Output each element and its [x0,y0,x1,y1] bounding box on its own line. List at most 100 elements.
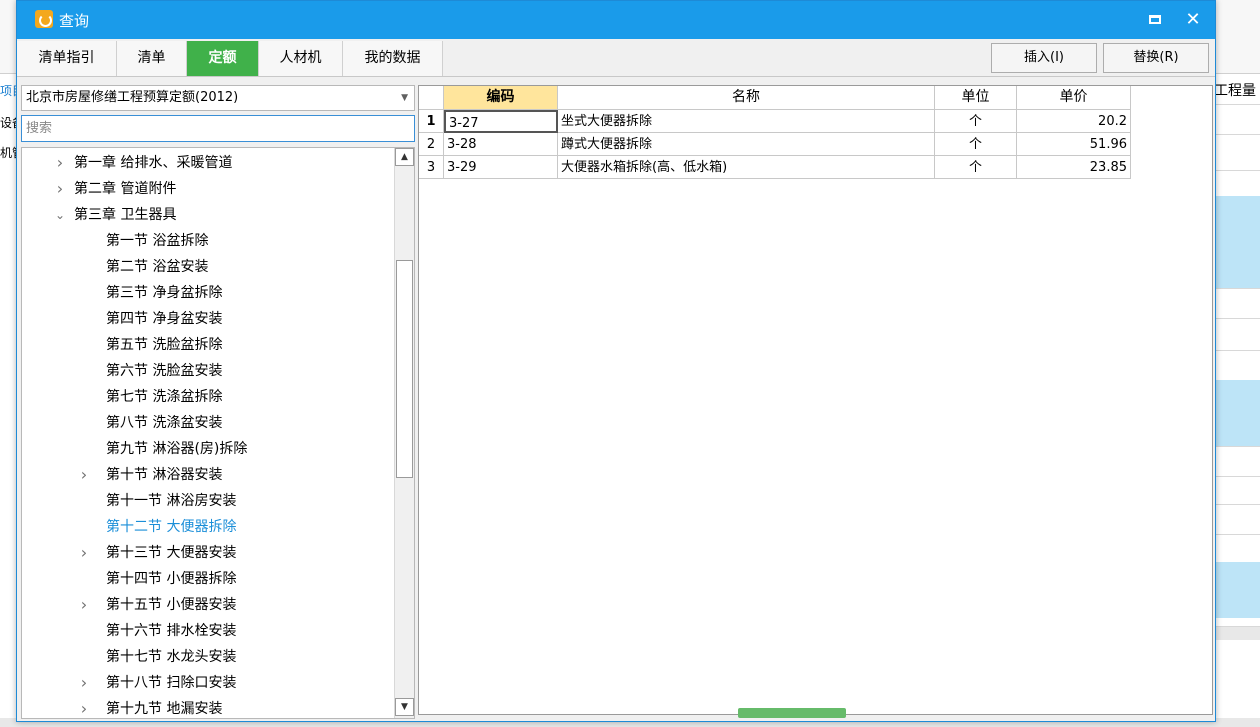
dialog-title: 查询 [59,12,90,30]
row-number[interactable]: 3 [419,156,444,179]
column-header-name[interactable]: 名称 [558,86,935,110]
chevron-down-icon: ▼ [401,93,408,103]
cell-unit[interactable]: 个 [935,133,1017,156]
maximize-button[interactable] [1145,10,1165,30]
tree-item-label: 第五节 洗脸盆拆除 [106,337,223,353]
cell-unit[interactable]: 个 [935,110,1017,133]
tree-item-label: 第四节 净身盆安装 [106,311,223,327]
chevron-right-icon[interactable]: › [78,462,90,488]
tree-item[interactable]: › 第十九节 地漏安装 [22,696,392,718]
tree-item[interactable]: 第七节 洗涤盆拆除 [22,384,392,410]
tree-item[interactable]: ⌄ 第三章 卫生器具 [22,202,392,228]
scroll-thumb[interactable] [396,260,413,478]
tree-item[interactable]: › 第一章 给排水、采暖管道 [22,150,392,176]
cell-price[interactable]: 51.96 [1017,133,1131,156]
tree-item[interactable]: 第二节 浴盆安装 [22,254,392,280]
app-logo-icon [35,10,53,28]
tree-item-label: 第十八节 扫除口安装 [106,675,237,691]
cell-code[interactable]: 3-29 [444,156,558,179]
tree-item-label: 第十一节 淋浴房安装 [106,493,237,509]
query-dialog: 查询 ✕ 清单指引 清单 定额 人材机 我的数据 插入(I) 替换(R) 北京市… [16,0,1216,722]
chevron-right-icon[interactable]: › [54,150,66,176]
row-number[interactable]: 1 [419,110,444,133]
scroll-down-button[interactable]: ▼ [395,698,414,716]
tab-list[interactable]: 清单 [117,41,187,76]
tab-quota[interactable]: 定额 [187,41,259,76]
tree-item[interactable]: 第六节 洗脸盆安装 [22,358,392,384]
column-header-price[interactable]: 单价 [1017,86,1131,110]
scroll-up-button[interactable]: ▲ [395,148,414,166]
grid-corner [419,86,444,110]
panel-resize-handle[interactable] [738,708,846,718]
cell-name[interactable]: 坐式大便器拆除 [558,110,935,133]
tree-item[interactable]: 第十六节 排水栓安装 [22,618,392,644]
chevron-down-icon[interactable]: ⌄ [54,202,66,228]
tab-list-guide[interactable]: 清单指引 [17,41,117,76]
tab-my-data[interactable]: 我的数据 [343,41,443,76]
category-tree[interactable]: › 第十九节 地漏安装 › 第十八节 扫除口安装 第十七节 水龙头安装 第十六节 排水栓安… [21,147,415,719]
dialog-titlebar[interactable]: 查询 ✕ [17,1,1215,39]
tree-scrollbar[interactable]: ▲ ▼ [394,148,414,718]
chevron-right-icon[interactable]: › [78,670,90,696]
cell-name[interactable]: 蹲式大便器拆除 [558,133,935,156]
tree-item[interactable]: 第五节 洗脸盆拆除 [22,332,392,358]
close-icon: ✕ [1185,9,1201,30]
tree-item[interactable]: 第十七节 水龙头安装 [22,644,392,670]
tree-item[interactable]: › 第十节 淋浴器安装 [22,462,392,488]
background-column-quantity: 工程量 [1214,83,1256,99]
tree-item-label: 第十七节 水龙头安装 [106,649,237,665]
tree-item[interactable]: › 第二章 管道附件 [22,176,392,202]
tree-item-label: 第十六节 排水栓安装 [106,623,237,639]
quota-library-select[interactable]: 北京市房屋修缮工程预算定额(2012) ▼ [21,85,415,111]
cell-code[interactable]: 3-27 [444,110,558,133]
tree-item-label: 第二章 管道附件 [74,181,177,197]
tree-item-label: 第八节 洗涤盆安装 [106,415,223,431]
maximize-icon [1149,15,1161,24]
quota-library-value: 北京市房屋修缮工程预算定额(2012) [26,90,239,105]
cell-unit[interactable]: 个 [935,156,1017,179]
tree-item-label: 第十九节 地漏安装 [106,701,223,717]
tree-item-label: 第一章 给排水、采暖管道 [74,155,233,171]
tree-item[interactable]: 第十二节 大便器拆除 [22,514,392,540]
cell-price[interactable]: 20.2 [1017,110,1131,133]
tree-item[interactable]: › 第十三节 大便器安装 [22,540,392,566]
quota-grid[interactable]: 编码 名称 单位 单价 1 3-27 坐式大便器拆除个 20.2 2 3-28 蹲式大便器拆… [418,85,1213,715]
tree-item[interactable]: › 第十五节 小便器安装 [22,592,392,618]
chevron-right-icon[interactable]: › [78,592,90,618]
tree-item-label: 第十三节 大便器安装 [106,545,237,561]
tree-item-label: 第六节 洗脸盆安装 [106,363,223,379]
tree-item-label: 第十二节 大便器拆除 [106,519,237,535]
tree-item[interactable]: 第十四节 小便器拆除 [22,566,392,592]
tree-item[interactable]: 第三节 净身盆拆除 [22,280,392,306]
tree-item[interactable]: 第一节 浴盆拆除 [22,228,392,254]
tree-item[interactable]: 第十一节 淋浴房安装 [22,488,392,514]
tree-item-label: 第二节 浴盆安装 [106,259,209,275]
chevron-right-icon[interactable]: › [54,176,66,202]
tree-item-label: 第十五节 小便器安装 [106,597,237,613]
tree-item-label: 第十四节 小便器拆除 [106,571,237,587]
tree-item-label: 第三节 净身盆拆除 [106,285,223,301]
category-pane: 北京市房屋修缮工程预算定额(2012) ▼ › 第十九节 地漏安装 › 第十八节 扫除… [21,85,415,719]
column-header-code[interactable]: 编码 [444,86,558,110]
tree-item-label: 第一节 浴盆拆除 [106,233,209,249]
chevron-right-icon[interactable]: › [78,540,90,566]
chevron-right-icon[interactable]: › [78,696,90,718]
tree-item-label: 第十节 淋浴器安装 [106,467,223,483]
tree-item[interactable]: 第九节 淋浴器(房)拆除 [22,436,392,462]
close-button[interactable]: ✕ [1183,10,1203,30]
tree-item[interactable]: › 第十八节 扫除口安装 [22,670,392,696]
tree-item-label: 第七节 洗涤盆拆除 [106,389,223,405]
cell-price[interactable]: 23.85 [1017,156,1131,179]
insert-button[interactable]: 插入(I) [991,43,1097,73]
row-number[interactable]: 2 [419,133,444,156]
replace-button[interactable]: 替换(R) [1103,43,1209,73]
background-right-panel: 工程量 [1214,74,1260,727]
cell-code[interactable]: 3-28 [444,133,558,156]
search-input[interactable] [21,115,415,142]
tree-item[interactable]: 第八节 洗涤盆安装 [22,410,392,436]
column-header-unit[interactable]: 单位 [935,86,1017,110]
tab-bar: 清单指引 清单 定额 人材机 我的数据 插入(I) 替换(R) [17,39,1215,77]
tab-labor-material-machine[interactable]: 人材机 [259,41,343,76]
tree-item[interactable]: 第四节 净身盆安装 [22,306,392,332]
cell-name[interactable]: 大便器水箱拆除(高、低水箱) [558,156,935,179]
